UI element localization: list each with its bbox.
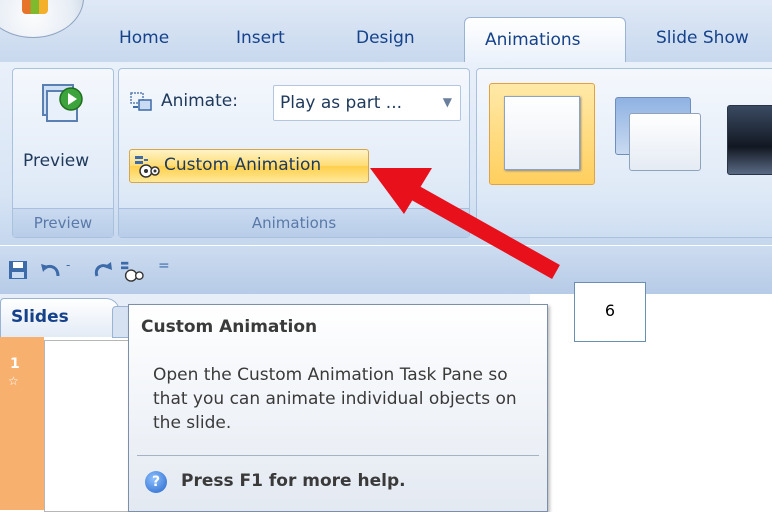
transition-black-thumbnail[interactable] [727,105,772,175]
redo-icon[interactable] [92,260,114,280]
animation-star-icon: ☆ [8,374,19,388]
tab-slides[interactable]: Slides [0,298,120,337]
custom-animation-qat-icon[interactable] [120,260,144,282]
customize-toolbar-icon[interactable]: = [158,258,170,274]
help-icon: ? [145,471,167,493]
tooltip-title: Custom Animation [141,317,318,337]
tooltip-body: Open the Custom Animation Task Pane so t… [153,365,517,433]
preview-group-label: Preview [13,208,113,237]
preview-group: Preview Preview [12,68,114,238]
chevron-down-icon[interactable]: ▼ [443,95,452,109]
transitions-gallery [476,68,772,238]
slide-editing-area[interactable] [530,294,772,510]
slide-number: 1 [10,356,20,372]
transition-none-thumbnail[interactable] [489,83,595,185]
transition-fade-overlay [629,113,701,171]
tab-design[interactable]: Design [356,28,415,48]
custom-animation-button[interactable]: Custom Animation [129,149,369,183]
tab-slides-label: Slides [11,307,69,327]
custom-animation-label: Custom Animation [164,155,322,175]
tab-animations[interactable]: Animations [464,17,626,64]
tab-animations-label: Animations [485,30,581,50]
step-number: 6 [604,301,616,320]
step-callout: 6 [574,282,646,342]
tooltip-help-text: Press F1 for more help. [181,471,406,491]
undo-dropdown-icon[interactable]: - [66,258,70,272]
tab-home[interactable]: Home [119,28,169,48]
undo-icon[interactable] [40,260,62,280]
animate-dropdown-value: Play as part ... [280,93,403,113]
quick-access-toolbar: - = [0,246,772,295]
tooltip-divider [137,455,539,456]
office-logo-icon [22,0,48,14]
tab-slide-show[interactable]: Slide Show [656,28,749,48]
animate-icon [130,92,152,111]
animations-group: Animate: Play as part ... ▼ Custom Anima… [118,68,470,238]
animate-dropdown[interactable]: Play as part ... ▼ [273,85,461,121]
custom-animation-icon [135,156,160,178]
preview-button[interactable]: Preview [23,151,89,171]
animations-group-label: Animations [119,208,469,237]
animate-label: Animate: [161,91,238,111]
preview-icon[interactable] [37,81,85,127]
save-icon[interactable] [8,260,28,280]
custom-animation-tooltip: Custom Animation Open the Custom Animati… [128,304,548,512]
tab-insert[interactable]: Insert [236,28,285,48]
